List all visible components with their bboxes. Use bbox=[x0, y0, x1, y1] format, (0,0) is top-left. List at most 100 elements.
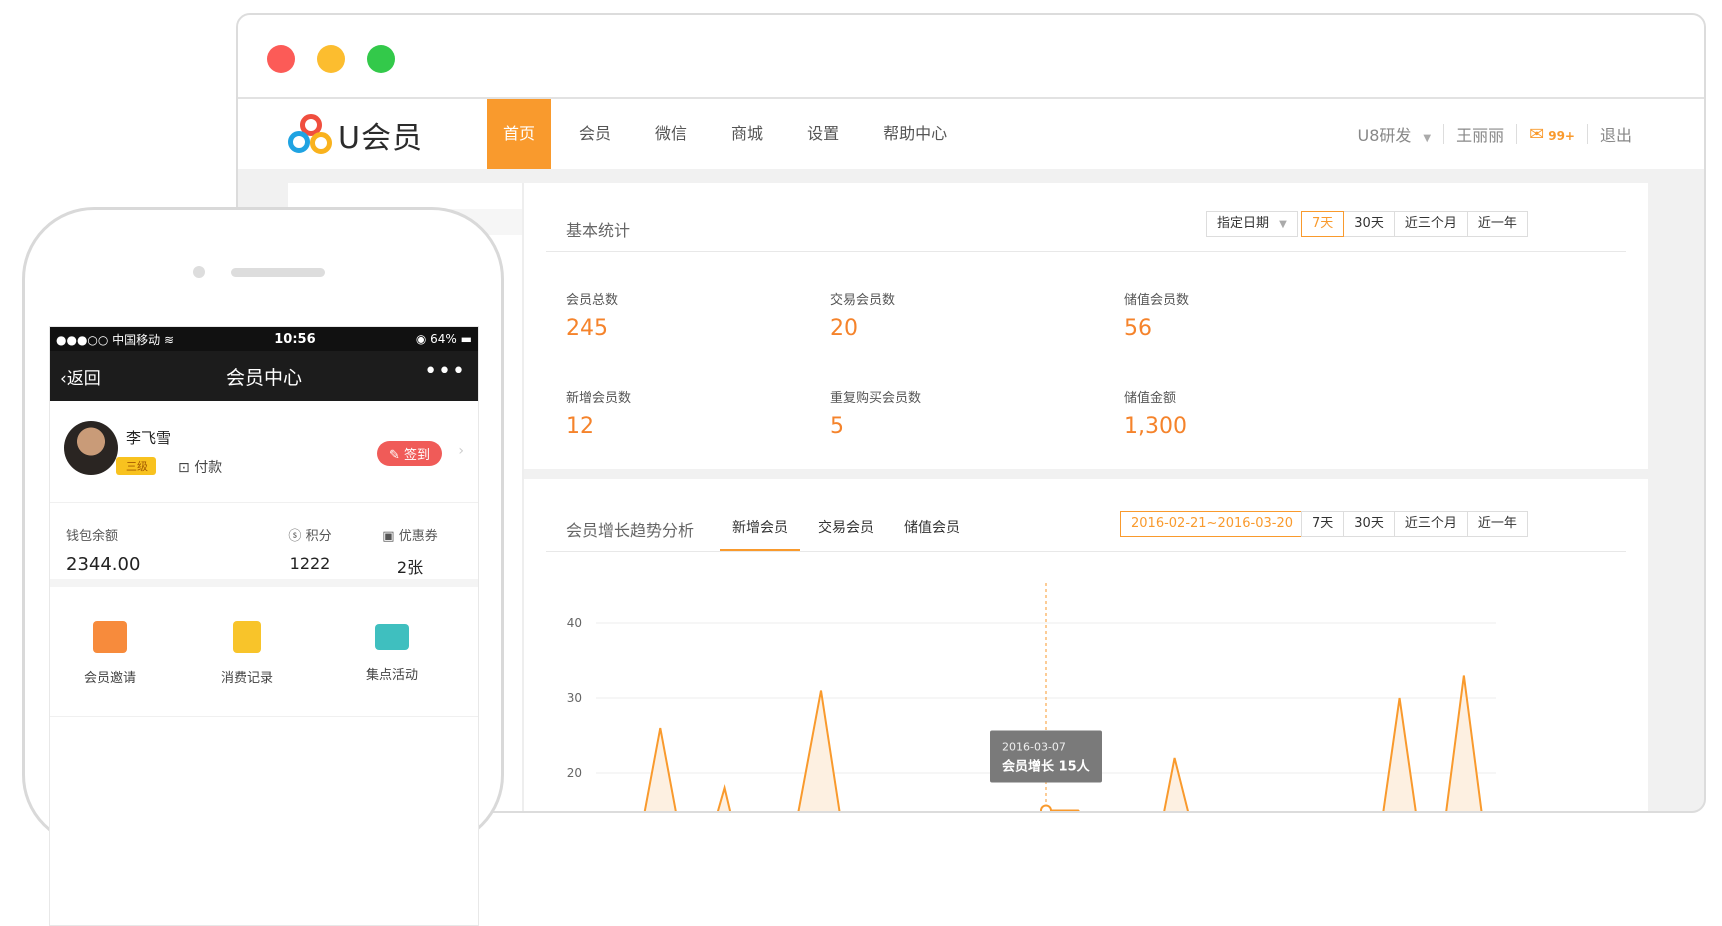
y-tick-label: 20 bbox=[567, 766, 582, 780]
coupons[interactable]: ▣ 优惠券 2张 bbox=[360, 525, 460, 578]
mail-icon: ✉ bbox=[1529, 123, 1545, 145]
user-name[interactable]: 王丽丽 bbox=[1456, 122, 1504, 146]
coupon-value: 2张 bbox=[396, 558, 424, 577]
date-range-value: 2016-02-21~2016-03-20 bbox=[1131, 516, 1293, 531]
chevron-right-icon: › bbox=[458, 443, 464, 459]
member-growth-chart[interactable]: 20 30 40 2016-03-07 会员增长 15人 bbox=[546, 583, 1526, 813]
feature-stamps[interactable]: 集点活动 bbox=[332, 621, 452, 683]
date-select[interactable]: 指定日期 ▼ bbox=[1206, 211, 1298, 237]
stat-value: 1,300 bbox=[1124, 414, 1187, 439]
chevron-down-icon: ▼ bbox=[1423, 133, 1432, 144]
chart-tooltip: 2016-03-07 会员增长 15人 bbox=[990, 730, 1102, 783]
tab-stored-value-members[interactable]: 储值会员 bbox=[892, 517, 972, 551]
carrier: ●●●○○ 中国移动 bbox=[56, 332, 161, 347]
phone-page-title: 会员中心 bbox=[225, 367, 302, 389]
range-3m-button[interactable]: 近三个月 bbox=[1393, 211, 1468, 237]
stat-value: 5 bbox=[830, 414, 844, 439]
range-1y-button[interactable]: 近一年 bbox=[1466, 511, 1528, 537]
stat-label: 重复购买会员数 bbox=[830, 391, 922, 406]
qr-code-icon: ⊡ bbox=[178, 460, 190, 476]
pay-label: 付款 bbox=[194, 460, 223, 476]
divider bbox=[1443, 124, 1445, 144]
member-trend-panel: 会员增长趋势分析 新增会员 交易会员 储值会员 2016-02-21~2016-… bbox=[524, 479, 1648, 813]
phone-status-bar: ●●●○○ 中国移动 ≋ 10:56 ◉ 64% ▬ bbox=[50, 327, 478, 351]
range-1y-button[interactable]: 近一年 bbox=[1466, 211, 1528, 237]
coupon-icon: ▣ bbox=[382, 529, 395, 544]
range-30d-button[interactable]: 30天 bbox=[1343, 211, 1395, 237]
logo-icon bbox=[288, 114, 334, 156]
stat-value: 56 bbox=[1124, 316, 1152, 341]
envelope-heart-icon bbox=[93, 621, 127, 653]
clock: 10:56 bbox=[274, 331, 316, 347]
window-titlebar bbox=[238, 15, 1704, 99]
range-3m-button[interactable]: 近三个月 bbox=[1393, 511, 1468, 537]
close-window-button[interactable] bbox=[267, 45, 295, 73]
nav-mall[interactable]: 商城 bbox=[715, 99, 779, 169]
nav-help[interactable]: 帮助中心 bbox=[867, 99, 963, 169]
document-icon bbox=[233, 621, 261, 653]
card-icon bbox=[375, 624, 409, 650]
trend-range-buttons: 7天 30天 近三个月 近一年 bbox=[1301, 511, 1528, 537]
wifi-icon: ≋ bbox=[164, 332, 175, 347]
data-point bbox=[1040, 804, 1052, 811]
nav-settings[interactable]: 设置 bbox=[791, 99, 855, 169]
trend-tabs: 新增会员 交易会员 储值会员 bbox=[720, 517, 978, 551]
alarm-icon: ◉ bbox=[415, 332, 427, 346]
wallet-label: 钱包余额 bbox=[66, 529, 119, 544]
range-30d-button[interactable]: 30天 bbox=[1343, 511, 1395, 537]
tab-new-members[interactable]: 新增会员 bbox=[720, 517, 800, 551]
phone-navbar: ‹返回 会员中心 ••• bbox=[50, 351, 478, 401]
feature-records[interactable]: 消费记录 bbox=[187, 621, 307, 686]
member-profile[interactable]: 李飞雪 三级 ⊡ 付款 ✎ 签到 › bbox=[50, 401, 478, 503]
store-select[interactable]: U8研发 ▼ bbox=[1358, 122, 1432, 146]
coupon-label: 优惠券 bbox=[398, 529, 438, 544]
wallet-balance[interactable]: 钱包余额 2344.00 bbox=[66, 525, 140, 575]
messages-button[interactable]: ✉ 99+ bbox=[1529, 124, 1575, 145]
stat-label: 新增会员数 bbox=[566, 391, 632, 406]
store-name: U8研发 bbox=[1357, 126, 1412, 145]
stat-label: 储值会员数 bbox=[1124, 293, 1190, 308]
basic-stats-panel: 基本统计 指定日期 ▼ 7天 30天 近三个月 近一年 会员总数 245 交易会… bbox=[524, 183, 1648, 469]
maximize-window-button[interactable] bbox=[367, 45, 395, 73]
y-tick-label: 30 bbox=[567, 691, 582, 705]
tooltip-box bbox=[990, 730, 1102, 783]
tooltip-date: 2016-03-07 bbox=[1002, 741, 1066, 754]
main-menu: 首页 会员 微信 商城 设置 帮助中心 bbox=[487, 99, 975, 169]
tooltip-value: 会员增长 15人 bbox=[1002, 759, 1091, 775]
minimize-window-button[interactable] bbox=[317, 45, 345, 73]
divider bbox=[1586, 124, 1588, 144]
stat-label: 储值金额 bbox=[1124, 391, 1177, 406]
app-logo[interactable]: U会员 bbox=[288, 113, 423, 157]
stats-range-buttons: 7天 30天 近三个月 近一年 bbox=[1301, 211, 1528, 237]
stat-label: 交易会员数 bbox=[830, 293, 896, 308]
signin-button[interactable]: ✎ 签到 bbox=[376, 441, 442, 466]
feature-grid: 会员邀请 消费记录 集点活动 bbox=[50, 587, 478, 717]
range-7d-button[interactable]: 7天 bbox=[1301, 511, 1345, 537]
stat-value: 245 bbox=[566, 316, 608, 341]
points-label: 积分 bbox=[305, 529, 332, 544]
stat-new-members: 新增会员数 12 bbox=[566, 387, 631, 439]
phone-screen: ●●●○○ 中国移动 ≋ 10:56 ◉ 64% ▬ ‹返回 会员中心 ••• … bbox=[49, 326, 479, 926]
logout-link[interactable]: 退出 bbox=[1600, 122, 1632, 146]
feature-invite[interactable]: 会员邀请 bbox=[50, 621, 170, 686]
nav-members[interactable]: 会员 bbox=[563, 99, 627, 169]
date-select-label: 指定日期 bbox=[1217, 216, 1270, 231]
tab-trading-members[interactable]: 交易会员 bbox=[806, 517, 886, 551]
stat-label: 会员总数 bbox=[566, 293, 619, 308]
range-7d-button[interactable]: 7天 bbox=[1301, 211, 1345, 237]
wallet-summary: 钱包余额 2344.00 ⓢ 积分 1222 ▣ 优惠券 2张 bbox=[50, 503, 478, 587]
more-icon[interactable]: ••• bbox=[424, 359, 466, 384]
nav-wechat[interactable]: 微信 bbox=[639, 99, 703, 169]
points-value: 1222 bbox=[289, 554, 331, 573]
feature-label: 集点活动 bbox=[365, 668, 418, 683]
pay-button[interactable]: ⊡ 付款 bbox=[178, 457, 222, 477]
stat-trading-members: 交易会员数 20 bbox=[830, 289, 895, 341]
feature-label: 会员邀请 bbox=[83, 671, 136, 686]
nav-home[interactable]: 首页 bbox=[487, 99, 552, 169]
date-range-picker[interactable]: 2016-02-21~2016-03-20 ▼ bbox=[1120, 511, 1322, 537]
feature-label: 消费记录 bbox=[220, 671, 273, 686]
points[interactable]: ⓢ 积分 1222 bbox=[270, 525, 350, 573]
divider bbox=[546, 551, 1626, 552]
stat-value: 20 bbox=[830, 316, 858, 341]
avatar bbox=[64, 421, 118, 475]
